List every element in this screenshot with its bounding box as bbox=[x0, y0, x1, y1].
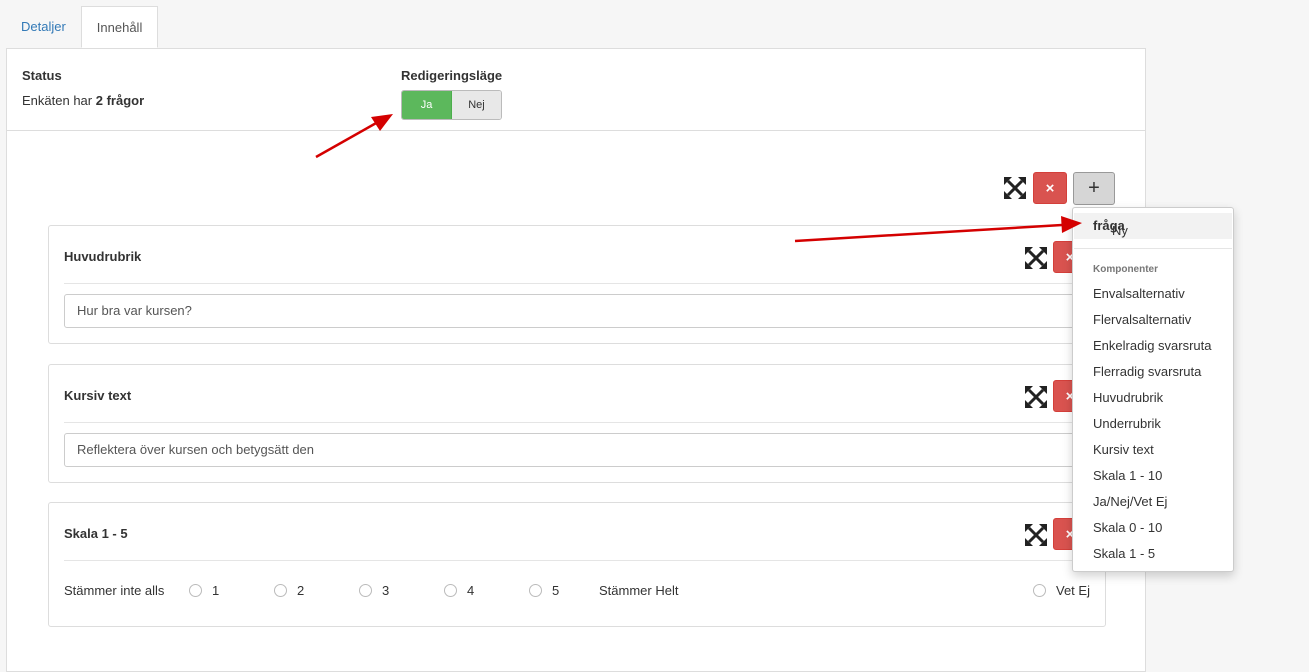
add-dropdown-menu: Ny fråga Komponenter Envalsalternativ Fl… bbox=[1072, 207, 1234, 572]
new-question-item[interactable]: Ny fråga bbox=[1074, 213, 1232, 239]
scale-left-label: Stämmer inte alls bbox=[64, 583, 165, 598]
menu-item-single-choice[interactable]: Envalsalternativ bbox=[1093, 286, 1185, 301]
scale-option-label: Vet Ej bbox=[1056, 583, 1090, 598]
menu-item-italic-text[interactable]: Kursiv text bbox=[1093, 442, 1154, 457]
menu-item-multiple-choice[interactable]: Flervalsalternativ bbox=[1093, 312, 1191, 327]
menu-item-scale-1-5[interactable]: Skala 1 - 5 bbox=[1093, 546, 1155, 561]
scale-option[interactable]: 5 bbox=[529, 583, 559, 598]
tab-content[interactable]: Innehåll bbox=[80, 6, 159, 48]
scale-option-label: 1 bbox=[212, 583, 220, 598]
menu-item-single-line[interactable]: Enkelradig svarsruta bbox=[1093, 338, 1212, 353]
card-divider bbox=[64, 422, 1105, 423]
card-divider bbox=[64, 560, 1105, 561]
radio-button[interactable] bbox=[359, 584, 372, 597]
question-card: Kursiv text × Reflektera över kursen och… bbox=[48, 364, 1106, 483]
radio-button[interactable] bbox=[274, 584, 287, 597]
menu-item-scale-0-10[interactable]: Skala 0 - 10 bbox=[1093, 520, 1162, 535]
scale-option-dont-know[interactable]: Vet Ej bbox=[1033, 583, 1090, 598]
scale-option[interactable]: 1 bbox=[189, 583, 219, 598]
scale-option-label: 5 bbox=[552, 583, 560, 598]
radio-button[interactable] bbox=[444, 584, 457, 597]
menu-item-multi-line[interactable]: Flerradig svarsruta bbox=[1093, 364, 1201, 379]
scale-right-label: Stämmer Helt bbox=[599, 583, 679, 598]
card-divider bbox=[64, 283, 1105, 284]
edit-mode-toggle: Ja Nej bbox=[401, 90, 502, 120]
question-text-input[interactable]: Reflektera över kursen och betygsätt den bbox=[64, 433, 1094, 467]
new-question-label: Ny fråga bbox=[1093, 218, 1128, 238]
menu-item-heading[interactable]: Huvudrubrik bbox=[1093, 390, 1163, 405]
card-title: Skala 1 - 5 bbox=[64, 526, 128, 541]
radio-button[interactable] bbox=[529, 584, 542, 597]
content-panel: Status Enkäten har 2 frågor Redigeringsl… bbox=[6, 48, 1146, 672]
menu-divider bbox=[1074, 248, 1232, 249]
card-title: Kursiv text bbox=[64, 388, 132, 403]
menu-item-scale-1-10[interactable]: Skala 1 - 10 bbox=[1093, 468, 1162, 483]
add-button[interactable]: + bbox=[1073, 172, 1115, 205]
move-icon[interactable] bbox=[1025, 247, 1047, 269]
expand-arrows-icon[interactable] bbox=[1004, 177, 1026, 199]
scale-option[interactable]: 3 bbox=[359, 583, 389, 598]
radio-button[interactable] bbox=[189, 584, 202, 597]
edit-mode-no-button[interactable]: Nej bbox=[452, 91, 501, 119]
menu-item-yes-no-dont-know[interactable]: Ja/Nej/Vet Ej bbox=[1093, 494, 1167, 509]
tab-details[interactable]: Detaljer bbox=[6, 6, 81, 48]
status-area: Status Enkäten har 2 frågor Redigeringsl… bbox=[7, 49, 1145, 131]
tab-bar: Detaljer Innehåll bbox=[6, 6, 159, 48]
scale-option-label: 4 bbox=[467, 583, 475, 598]
move-icon[interactable] bbox=[1025, 386, 1047, 408]
question-count: 2 frågor bbox=[95, 93, 145, 108]
card-title: Huvudrubrik bbox=[64, 249, 142, 264]
scale-option[interactable]: 4 bbox=[444, 583, 474, 598]
menu-item-subheading[interactable]: Underrubrik bbox=[1093, 416, 1161, 431]
radio-button[interactable] bbox=[1033, 584, 1046, 597]
scale-option-label: 2 bbox=[297, 583, 305, 598]
question-text-input[interactable]: Hur bra var kursen? bbox=[64, 294, 1094, 328]
scale-option[interactable]: 2 bbox=[274, 583, 304, 598]
edit-mode-title: Redigeringsläge bbox=[401, 68, 503, 83]
plus-icon: + bbox=[1088, 177, 1100, 199]
new-question-prefix: Ny bbox=[1112, 223, 1128, 238]
components-header: Komponenter bbox=[1093, 264, 1158, 275]
status-text: Enkäten har 2 frågor bbox=[22, 93, 144, 108]
question-card: Skala 1 - 5 × Stämmer inte alls 1 2 3 4 … bbox=[48, 502, 1106, 627]
edit-mode-yes-button[interactable]: Ja bbox=[402, 91, 452, 119]
scale-row: Stämmer inte alls 1 2 3 4 5 Stämmer Helt… bbox=[64, 583, 1090, 603]
delete-all-button[interactable]: × bbox=[1033, 172, 1067, 204]
question-card: Huvudrubrik × Hur bra var kursen? bbox=[48, 225, 1106, 344]
scale-option-label: 3 bbox=[382, 583, 390, 598]
move-icon[interactable] bbox=[1025, 524, 1047, 546]
close-icon: × bbox=[1045, 179, 1055, 197]
status-text-prefix: Enkäten har bbox=[22, 93, 93, 108]
status-title: Status bbox=[22, 68, 62, 83]
